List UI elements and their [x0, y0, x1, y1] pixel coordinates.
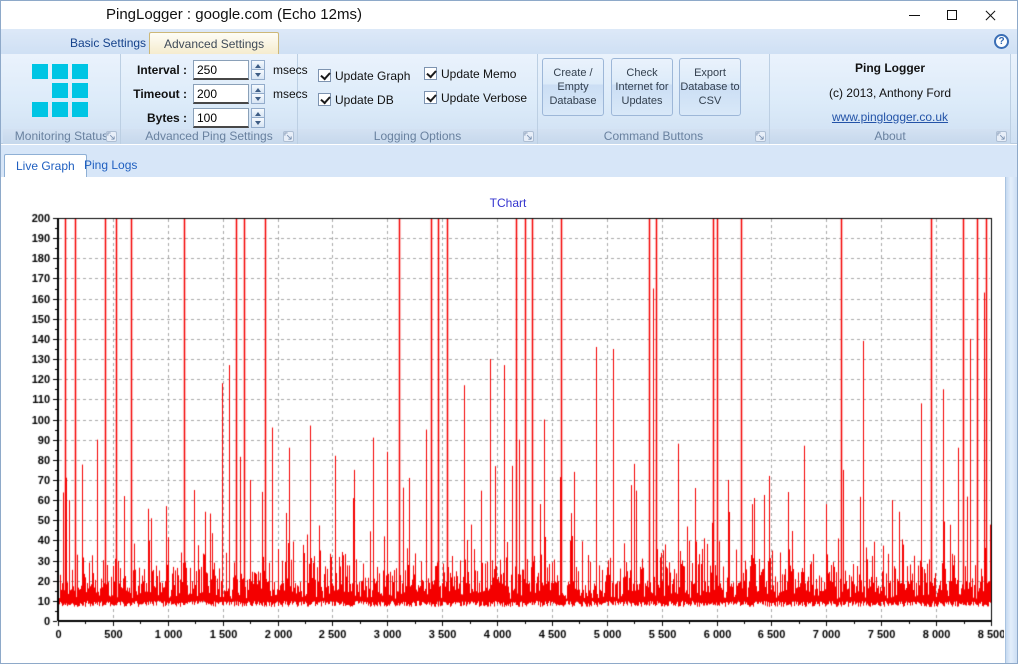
checkbox-checked-icon [318, 93, 331, 106]
status-square [72, 83, 88, 98]
close-button[interactable] [971, 1, 1009, 29]
status-square [72, 102, 88, 117]
window-title: PingLogger : google.com (Echo 12ms) [106, 1, 362, 29]
spin-up-icon[interactable] [251, 60, 265, 70]
app-name-label: Ping Logger [770, 61, 1010, 75]
maximize-icon [947, 10, 957, 20]
export-database-csv-button[interactable]: Export Database to CSV [679, 58, 741, 116]
status-square [52, 64, 68, 79]
spin-down-icon[interactable] [251, 70, 265, 80]
group-about: Ping Logger (c) 2013, Anthony Ford www.p… [770, 54, 1011, 144]
group-caption: Logging Options [298, 129, 537, 144]
check-internet-updates-button[interactable]: Check Internet for Updates [611, 58, 673, 116]
ribbon-tab-advanced-settings[interactable]: Advanced Settings [149, 32, 279, 54]
group-advanced-ping-settings: Interval : msecs Timeout : msecs Bytes : [121, 54, 298, 144]
spin-up-icon[interactable] [251, 108, 265, 118]
app-window: PingLogger : google.com (Echo 12ms) Basi… [0, 0, 1018, 664]
spin-down-icon[interactable] [251, 118, 265, 128]
spin-up-icon[interactable] [251, 84, 265, 94]
interval-label: Interval : [121, 60, 187, 80]
status-square [32, 102, 48, 117]
title-bar: PingLogger : google.com (Echo 12ms) [1, 1, 1017, 29]
status-square [72, 64, 88, 79]
interval-stepper [251, 60, 265, 80]
minimize-icon [909, 15, 920, 16]
monitoring-status-icon [32, 64, 92, 122]
ribbon-tab-strip: Basic Settings Advanced Settings ? [1, 29, 1017, 54]
ping-chart-canvas [1, 177, 1004, 664]
dialog-launcher-icon[interactable] [283, 131, 294, 142]
bytes-label: Bytes : [121, 108, 187, 128]
checkbox-checked-icon [424, 91, 437, 104]
group-caption: Advanced Ping Settings [121, 129, 297, 144]
checkbox-checked-icon [424, 67, 437, 80]
ribbon: Monitoring Status Interval : msecs Timeo… [1, 54, 1017, 144]
interval-input[interactable] [193, 60, 249, 80]
chart-title: TChart [448, 196, 568, 210]
group-logging-options: Update Graph Update DB Update Memo Updat… [298, 54, 538, 144]
status-square [32, 64, 48, 79]
timeout-label: Timeout : [121, 84, 187, 104]
status-square [52, 102, 68, 117]
bytes-input[interactable] [193, 108, 249, 128]
bytes-stepper [251, 108, 265, 128]
right-gutter [1005, 177, 1018, 664]
timeout-stepper [251, 84, 265, 104]
maximize-button[interactable] [933, 1, 971, 29]
group-monitoring-status: Monitoring Status [3, 54, 121, 144]
status-square [52, 83, 68, 98]
help-icon[interactable]: ? [994, 34, 1009, 49]
dialog-launcher-icon[interactable] [106, 131, 117, 142]
tab-ping-logs[interactable]: Ping Logs [73, 154, 148, 177]
website-link[interactable]: www.pinglogger.co.uk [770, 110, 1010, 124]
group-caption: Command Buttons [538, 129, 769, 144]
page-tab-strip: Live Graph Ping Logs [1, 145, 1017, 177]
ribbon-tab-basic-settings[interactable]: Basic Settings [56, 32, 160, 54]
spin-down-icon[interactable] [251, 94, 265, 104]
close-icon [984, 9, 997, 22]
create-empty-database-button[interactable]: Create / Empty Database [542, 58, 604, 116]
group-command-buttons: Create / Empty Database Check Internet f… [538, 54, 770, 144]
copyright-label: (c) 2013, Anthony Ford [770, 86, 1010, 100]
status-square-off [32, 83, 48, 98]
dialog-launcher-icon[interactable] [996, 131, 1007, 142]
group-caption: Monitoring Status [3, 129, 120, 144]
timeout-input[interactable] [193, 84, 249, 104]
group-caption: About [770, 129, 1010, 144]
minimize-button[interactable] [895, 1, 933, 29]
dialog-launcher-icon[interactable] [523, 131, 534, 142]
dialog-launcher-icon[interactable] [755, 131, 766, 142]
checkbox-checked-icon [318, 69, 331, 82]
